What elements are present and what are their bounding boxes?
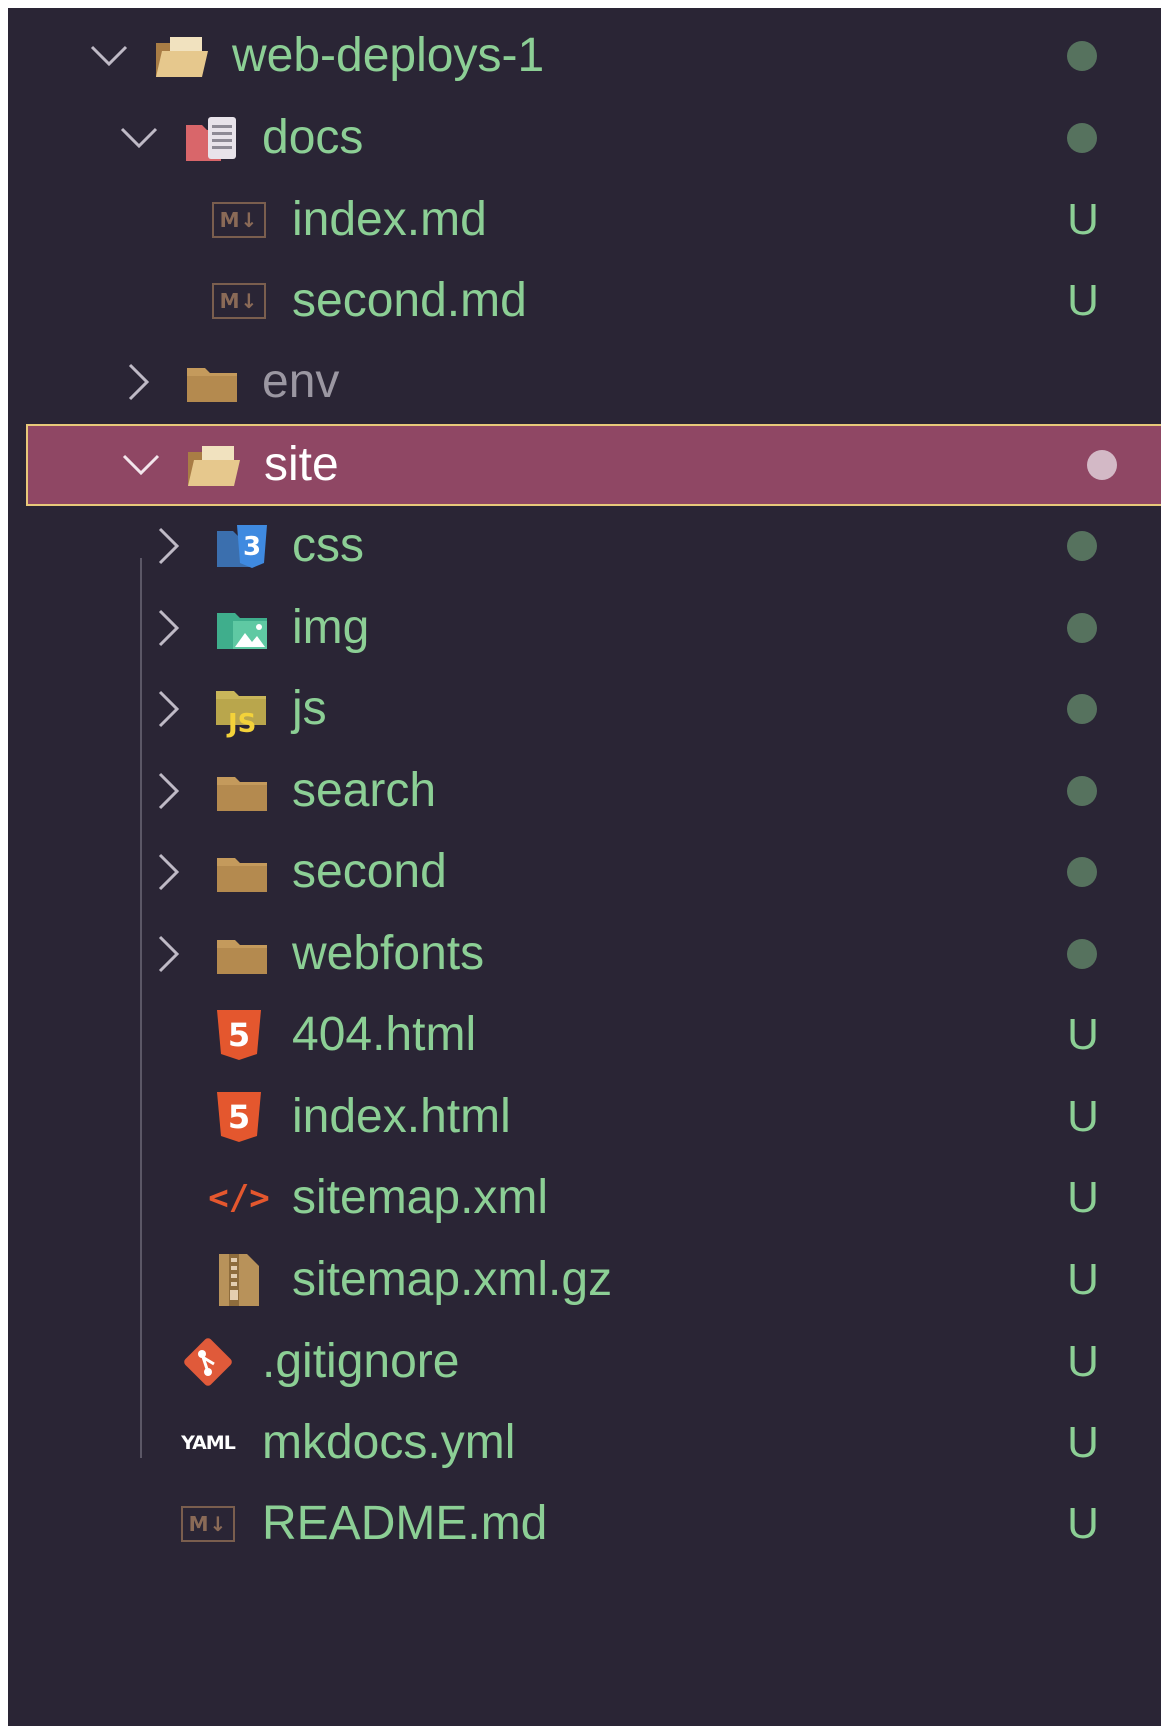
image-folder-icon [214, 600, 270, 656]
tree-item-readme-md[interactable]: M↓ README.md U [8, 1479, 1161, 1569]
chevron-down-icon[interactable] [114, 113, 164, 163]
chevron-down-icon[interactable] [84, 31, 134, 81]
tree-item-mkdocs-yml[interactable]: YAML mkdocs.yml U [8, 1398, 1161, 1488]
tree-item-css[interactable]: 3 css [8, 501, 1161, 591]
tree-item-index-html[interactable]: 5 index.html U [8, 1072, 1161, 1162]
svg-text:5: 5 [228, 1016, 250, 1054]
tree-item-search[interactable]: search [8, 746, 1161, 836]
js-folder-icon: JS [214, 681, 270, 739]
tree-item-img[interactable]: img [8, 583, 1161, 673]
folder-icon [214, 926, 270, 982]
tree-item-label: js [292, 682, 327, 735]
untracked-badge: U [1067, 1173, 1099, 1222]
chevron-right-icon[interactable] [144, 766, 194, 816]
untracked-badge: U [1067, 1499, 1099, 1548]
modified-dot-icon [1067, 123, 1097, 153]
untracked-badge: U [1067, 1010, 1099, 1059]
chevron-right-icon[interactable] [144, 521, 194, 571]
tree-item-404-html[interactable]: 5 404.html U [8, 990, 1161, 1080]
untracked-badge: U [1067, 276, 1099, 325]
tree-item-label: site [264, 438, 339, 491]
tree-item-label: second [292, 845, 447, 898]
tree-item-label: .gitignore [262, 1335, 460, 1388]
html5-icon: 5 [211, 1089, 267, 1145]
svg-text:3: 3 [243, 532, 261, 562]
modified-dot-icon [1067, 531, 1097, 561]
zip-icon [211, 1252, 267, 1308]
tree-item-label: search [292, 764, 437, 817]
tree-item-second-md[interactable]: M↓ second.md U [8, 256, 1161, 346]
tree-item-label: README.md [262, 1497, 548, 1550]
modified-dot-icon [1067, 776, 1097, 806]
svg-text:5: 5 [228, 1098, 250, 1136]
tree-item-label: sitemap.xml [292, 1171, 549, 1224]
css-folder-icon: 3 [214, 518, 270, 574]
tree-item-label: env [262, 355, 340, 408]
tree-item-label: sitemap.xml.gz [292, 1253, 613, 1306]
modified-dot-icon [1067, 613, 1097, 643]
tree-item-label: mkdocs.yml [262, 1416, 516, 1469]
tree-item-label: index.html [292, 1090, 511, 1143]
xml-icon: </> [208, 1178, 270, 1218]
folder-icon [214, 763, 270, 819]
tree-item-label: index.md [292, 193, 487, 246]
tree-item-site[interactable]: site [26, 424, 1161, 506]
tree-item-label: 404.html [292, 1008, 477, 1061]
tree-item-index-md[interactable]: M↓ index.md U [8, 175, 1161, 265]
chevron-right-icon[interactable] [144, 847, 194, 897]
tree-item-label: second.md [292, 274, 527, 327]
tree-item-sitemap-xml[interactable]: </> sitemap.xml U [8, 1153, 1161, 1243]
untracked-badge: U [1067, 1092, 1099, 1141]
tree-item-sitemap-xml-gz[interactable]: sitemap.xml.gz U [8, 1235, 1161, 1325]
untracked-badge: U [1067, 1337, 1099, 1386]
tree-item-webfonts[interactable]: webfonts [8, 909, 1161, 999]
chevron-right-icon[interactable] [144, 684, 194, 734]
untracked-badge: U [1067, 1418, 1099, 1467]
yaml-icon: YAML [181, 1432, 236, 1454]
tree-item-js[interactable]: JS js [8, 664, 1161, 754]
tree-item-web-deploys-1[interactable]: web-deploys-1 [8, 11, 1161, 101]
modified-dot-icon [1067, 41, 1097, 71]
folder-open-icon [154, 28, 210, 84]
folder-icon [214, 844, 270, 900]
tree-item-label: webfonts [292, 927, 485, 980]
git-icon [180, 1334, 236, 1390]
chevron-right-icon[interactable] [114, 357, 164, 407]
chevron-down-icon[interactable] [116, 440, 166, 490]
chevron-right-icon[interactable] [144, 929, 194, 979]
tree-item-label: css [292, 519, 364, 572]
folder-icon [184, 354, 240, 410]
markdown-icon: M↓ [180, 1496, 236, 1552]
modified-dot-icon [1067, 694, 1097, 724]
modified-dot-icon [1067, 857, 1097, 887]
modified-dot-icon [1087, 450, 1117, 480]
markdown-icon: M↓ [211, 192, 267, 248]
modified-dot-icon [1067, 939, 1097, 969]
untracked-badge: U [1067, 195, 1099, 244]
tree-item-docs[interactable]: docs [8, 93, 1161, 183]
tree-item-label: docs [262, 111, 364, 164]
tree-item-label: web-deploys-1 [232, 29, 545, 82]
folder-open-icon [186, 437, 242, 493]
file-explorer: web-deploys-1 docs M↓ index.md U M↓ seco… [8, 8, 1161, 1726]
chevron-right-icon[interactable] [144, 603, 194, 653]
tree-item-label: img [292, 601, 370, 654]
html5-icon: 5 [211, 1007, 267, 1063]
tree-item-second[interactable]: second [8, 827, 1161, 917]
markdown-icon: M↓ [211, 273, 267, 329]
docs-folder-icon [184, 110, 240, 166]
untracked-badge: U [1067, 1255, 1099, 1304]
tree-item-env[interactable]: env [8, 337, 1161, 427]
tree-item-gitignore[interactable]: .gitignore U [8, 1317, 1161, 1407]
